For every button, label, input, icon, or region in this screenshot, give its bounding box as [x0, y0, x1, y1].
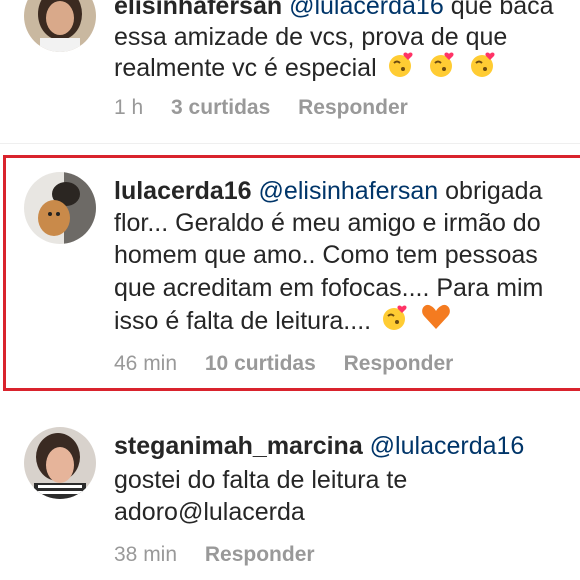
comment-text-line: que acreditam em fofocas.... Para mim	[114, 274, 544, 302]
reply-button[interactable]: Responder	[298, 96, 408, 119]
avatar-elisinhafersan[interactable]	[24, 0, 96, 52]
comment-text-line: homem que amo.. Como tem pessoas	[114, 241, 538, 269]
comment-mention[interactable]: @lulacerda16	[370, 432, 525, 460]
comment-time: 46 min	[114, 352, 178, 375]
avatar-steganimah-marcina[interactable]	[24, 427, 96, 499]
avatar-photo-icon	[24, 427, 96, 499]
likes-count-button[interactable]: 10 curtidas	[205, 352, 316, 375]
kiss-heart-emoji-icon	[380, 303, 412, 341]
comment-time: 38 min	[114, 543, 178, 566]
comment-text-line: que baca	[450, 0, 554, 20]
comment-text-line: obrigada	[445, 177, 543, 205]
comment-text-line: flor... Geraldo é meu amigo e irmão do	[114, 209, 541, 237]
kiss-heart-emoji-icon	[427, 50, 459, 88]
avatar-photo-icon	[24, 0, 96, 52]
comment-mention[interactable]: @lulacerda16	[289, 0, 444, 20]
kiss-heart-emoji-icon	[386, 50, 418, 88]
divider	[0, 143, 580, 144]
comment-username[interactable]: lulacerda16	[114, 177, 252, 205]
comment-text-line: adoro@lulacerda	[114, 498, 305, 526]
comment-mention[interactable]: @elisinhafersan	[259, 177, 439, 205]
orange-heart-emoji-icon	[421, 303, 451, 341]
reply-button[interactable]: Responder	[205, 543, 315, 566]
comment-text-line: gostei do falta de leitura te	[114, 466, 408, 494]
comment-text-line: realmente vc é especial	[114, 54, 377, 82]
comment-time: 1 h	[114, 96, 144, 119]
kiss-heart-emoji-icon	[468, 50, 500, 88]
reply-button[interactable]: Responder	[344, 352, 454, 375]
likes-count-button[interactable]: 3 curtidas	[171, 96, 270, 119]
avatar-photo-icon	[24, 172, 96, 244]
comment-username[interactable]: steganimah_marcina	[114, 432, 363, 460]
comment-username[interactable]: elisinhafersan	[114, 0, 282, 20]
comment-text-line: isso é falta de leitura....	[114, 307, 372, 335]
avatar-lulacerda16[interactable]	[24, 172, 96, 244]
